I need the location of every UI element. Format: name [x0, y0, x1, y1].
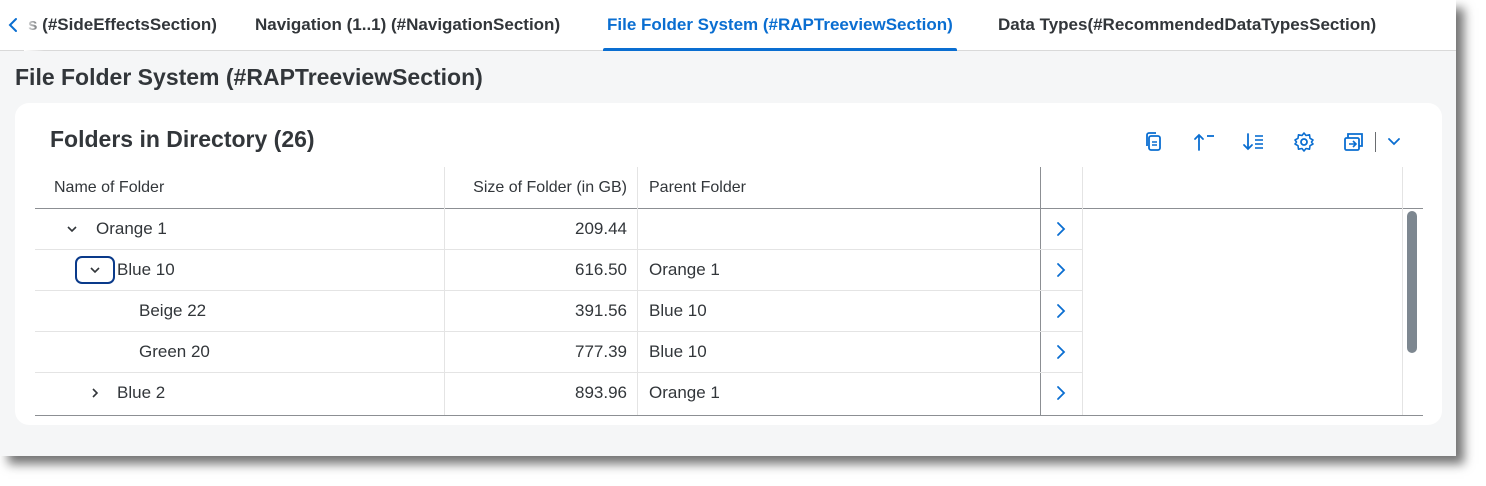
settings-button[interactable]	[1289, 127, 1319, 157]
cell-folder-size: 777.39	[575, 342, 627, 361]
table-row[interactable]: Blue 2 893.96 Orange 1	[35, 373, 1082, 414]
chevron-right-icon	[1057, 345, 1066, 359]
table-bottom-border	[35, 415, 1423, 416]
cell-folder-name: Blue 10	[117, 260, 175, 279]
chevron-right-icon	[1057, 222, 1066, 236]
toolbar-separator	[1375, 132, 1376, 152]
sort-ascending-icon	[1194, 133, 1214, 151]
table-header-row: Name of Folder Size of Folder (in GB) Pa…	[35, 167, 1423, 209]
cell-parent-folder: Blue 10	[649, 342, 707, 361]
row-expand-toggle[interactable]	[62, 219, 82, 239]
cell-folder-size: 391.56	[575, 301, 627, 320]
table-title: Folders in Directory (26)	[50, 126, 315, 152]
row-navigation-button[interactable]	[1053, 384, 1069, 402]
cell-folder-name: Orange 1	[96, 219, 167, 238]
app-frame: s (#SideEffectsSection) Navigation (1..1…	[0, 0, 1456, 456]
export-icon	[1344, 133, 1363, 151]
chevron-left-icon	[8, 18, 17, 32]
table-row[interactable]: Green 20 777.39 Blue 10	[35, 332, 1082, 373]
column-header-parent[interactable]: Parent Folder	[649, 167, 746, 208]
sort-ascending-button[interactable]	[1189, 127, 1219, 157]
table-row[interactable]: Beige 22 391.56 Blue 10	[35, 291, 1082, 332]
folders-table-card: Folders in Directory (26) Name of Folder…	[15, 103, 1442, 425]
copy-button[interactable]	[1139, 127, 1169, 157]
sort-descending-icon	[1243, 133, 1263, 151]
chevron-right-icon	[1057, 304, 1066, 318]
copy-icon	[1146, 132, 1161, 151]
cell-folder-size: 893.96	[575, 383, 627, 402]
tab-data-types[interactable]: Data Types(#RecommendedDataTypesSection)	[998, 0, 1376, 51]
export-menu-button[interactable]	[1382, 127, 1406, 157]
vertical-scrollbar[interactable]	[1407, 211, 1417, 353]
cell-folder-name: Green 20	[139, 342, 210, 361]
row-expand-toggle[interactable]	[75, 256, 115, 284]
column-header-name[interactable]: Name of Folder	[54, 167, 164, 208]
cell-parent-folder: Blue 10	[649, 301, 707, 320]
chevron-right-icon	[1057, 386, 1066, 400]
tab-side-effects-partial-clip: s (#SideEffectsSection)	[24, 0, 224, 51]
cell-folder-size: 616.50	[575, 260, 627, 279]
chevron-right-icon	[92, 388, 99, 398]
cell-folder-name: Blue 2	[117, 383, 166, 402]
row-expand-toggle[interactable]	[85, 383, 105, 403]
settings-icon	[1294, 132, 1314, 152]
chevron-down-icon	[1388, 138, 1400, 146]
section-title: File Folder System (#RAPTreeviewSection)	[15, 64, 483, 90]
row-navigation-button[interactable]	[1053, 261, 1069, 279]
table-row[interactable]: Blue 10 616.50 Orange 1	[35, 250, 1082, 291]
folders-tree-table: Name of Folder Size of Folder (in GB) Pa…	[35, 167, 1423, 416]
export-button[interactable]	[1339, 127, 1369, 157]
chevron-down-icon	[67, 226, 77, 233]
row-navigation-button[interactable]	[1053, 302, 1069, 320]
table-row[interactable]: Orange 1 209.44	[35, 209, 1082, 250]
cell-parent-folder: Orange 1	[649, 260, 720, 279]
tab-scroll-left-button[interactable]	[6, 15, 22, 35]
row-navigation-button[interactable]	[1053, 220, 1069, 238]
row-navigation-button[interactable]	[1053, 343, 1069, 361]
table-toolbar	[1139, 127, 1406, 157]
chevron-down-icon	[90, 267, 100, 274]
cell-folder-name: Beige 22	[139, 301, 207, 320]
cell-parent-folder: Orange 1	[649, 383, 720, 402]
tab-fade	[24, 0, 44, 51]
column-divider	[1082, 167, 1083, 416]
tab-side-effects[interactable]: s (#SideEffectsSection)	[28, 0, 217, 51]
chevron-right-icon	[1057, 263, 1066, 277]
cell-folder-size: 209.44	[575, 219, 627, 238]
tab-file-folder-system[interactable]: File Folder System (#RAPTreeviewSection)	[603, 0, 957, 51]
column-header-size[interactable]: Size of Folder (in GB)	[462, 167, 627, 208]
sort-descending-button[interactable]	[1239, 127, 1269, 157]
section-tab-bar: s (#SideEffectsSection) Navigation (1..1…	[0, 0, 1456, 51]
tab-navigation[interactable]: Navigation (1..1) (#NavigationSection)	[255, 0, 560, 51]
column-divider	[1402, 167, 1403, 416]
